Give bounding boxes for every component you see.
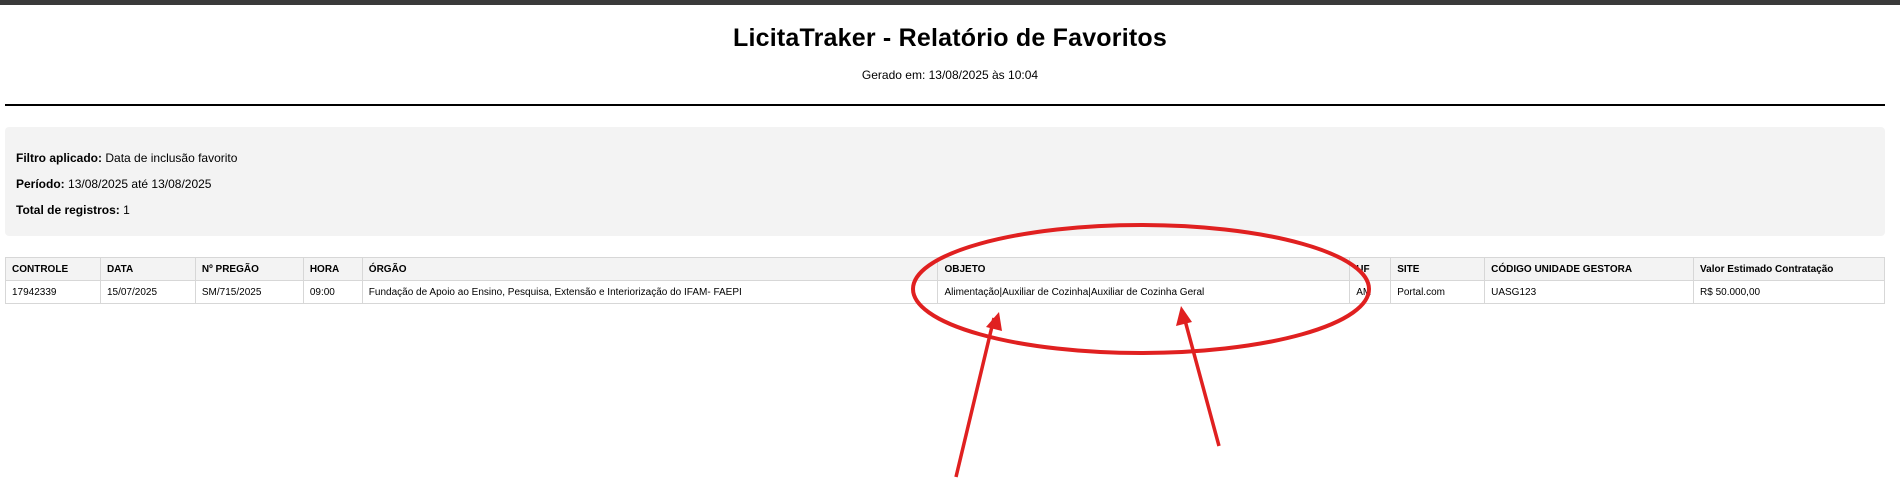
favorites-table: CONTROLE DATA Nº PREGÃO HORA ÓRGÃO OBJET… [5,257,1885,304]
filter-applied-value: Data de inclusão favorito [105,151,238,165]
cell-pregao: SM/715/2025 [194,280,304,304]
col-header-orgao: ÓRGÃO [361,257,939,281]
arrowhead-left [986,312,1002,331]
table-row: 17942339 15/07/2025 SM/715/2025 09:00 Fu… [5,280,1885,304]
filter-applied-label: Filtro aplicado: [16,151,103,165]
cell-uf: AM [1349,280,1392,304]
total-records-label: Total de registros: [16,203,120,217]
period-line: Período: 13/08/2025 até 13/08/2025 [16,175,1874,201]
filter-summary-box: Filtro aplicado: Data de inclusão favori… [5,127,1885,236]
cell-hora: 09:00 [302,280,363,304]
report-title: LicitaTraker - Relatório de Favoritos [733,24,1167,52]
cell-valor: R$ 50.000,00 [1693,280,1885,304]
cell-objeto: Alimentação|Auxiliar de Cozinha|Auxiliar… [937,280,1351,304]
col-header-uf: UF [1349,257,1392,281]
cell-orgao: Fundação de Apoio ao Ensino, Pesquisa, E… [361,280,939,304]
arrowhead-right [1176,306,1192,326]
total-records-value: 1 [123,203,130,217]
cell-data: 15/07/2025 [99,280,196,304]
annotation-arrow-left [954,317,996,478]
col-header-valor: Valor Estimado Contratação [1693,257,1885,281]
col-header-site: SITE [1390,257,1486,281]
total-records-line: Total de registros: 1 [16,201,1874,227]
col-header-codigo-ug: CÓDIGO UNIDADE GESTORA [1484,257,1695,281]
cell-codigo-ug: UASG123 [1484,280,1695,304]
period-value: 13/08/2025 até 13/08/2025 [68,177,212,191]
col-header-pregao: Nº PREGÃO [194,257,304,281]
col-header-data: DATA [99,257,196,281]
table-header-row: CONTROLE DATA Nº PREGÃO HORA ÓRGÃO OBJET… [5,257,1885,281]
period-label: Período: [16,177,65,191]
header-divider [5,104,1885,106]
col-header-objeto: OBJETO [937,257,1351,281]
col-header-controle: CONTROLE [5,257,101,281]
cell-site: Portal.com [1390,280,1486,304]
col-header-hora: HORA [302,257,363,281]
cell-controle: 17942339 [5,280,101,304]
generated-timestamp: Gerado em: 13/08/2025 às 10:04 [861,68,1039,82]
top-border [0,0,1900,5]
filter-applied-line: Filtro aplicado: Data de inclusão favori… [16,149,1874,175]
annotation-arrow-right [1181,312,1221,447]
